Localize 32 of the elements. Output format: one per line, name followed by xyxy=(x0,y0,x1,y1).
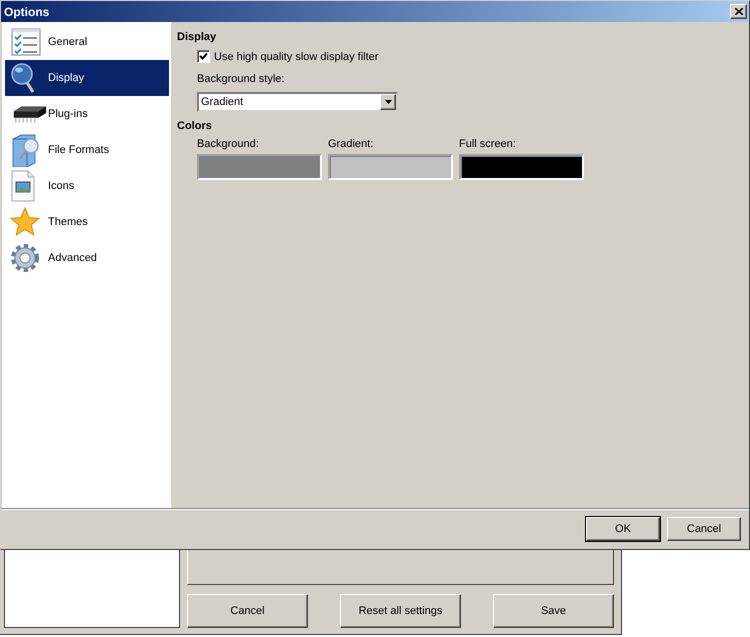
window-button[interactable]: Cancel xyxy=(187,594,308,628)
section-heading: Display xyxy=(177,30,218,44)
gear-icon xyxy=(10,243,40,273)
image-file-icon xyxy=(10,170,36,202)
sidebar-item[interactable]: Display xyxy=(5,60,169,96)
dialog-button[interactable]: Cancel xyxy=(667,517,741,541)
sidebar-item[interactable]: Icons xyxy=(5,168,169,204)
sidebar-item[interactable]: Themes xyxy=(5,204,169,240)
color-swatch[interactable] xyxy=(459,154,584,180)
checklist-icon xyxy=(10,26,42,58)
dropdown-arrow-icon xyxy=(384,100,392,104)
sidebar-item[interactable]: General xyxy=(5,24,169,60)
sidebar-item[interactable]: Advanced xyxy=(5,240,169,276)
close-icon xyxy=(734,8,742,15)
color-swatch[interactable] xyxy=(328,154,453,180)
color-label: Gradient: xyxy=(328,138,374,150)
color-label: Background: xyxy=(197,138,260,150)
window-button[interactable]: Save xyxy=(493,594,614,628)
checkbox[interactable] xyxy=(197,50,210,63)
field-label: Background style: xyxy=(197,72,286,86)
close-button[interactable] xyxy=(730,4,747,19)
window-title: Options xyxy=(4,4,50,18)
star-icon xyxy=(10,207,40,237)
dropdown-field[interactable]: Gradient xyxy=(197,92,398,112)
sidebar-item[interactable]: Plug-ins xyxy=(5,96,169,132)
checkbox-label[interactable]: Use high quality slow display filter xyxy=(214,50,378,62)
section-heading: Colors xyxy=(177,119,213,133)
color-swatch[interactable] xyxy=(197,154,322,180)
sidebar-item[interactable]: File Formats xyxy=(5,132,169,168)
color-label: Full screen: xyxy=(459,138,517,150)
dialog-button[interactable]: OK xyxy=(586,517,660,541)
window-button[interactable]: Reset all settings xyxy=(340,594,461,628)
